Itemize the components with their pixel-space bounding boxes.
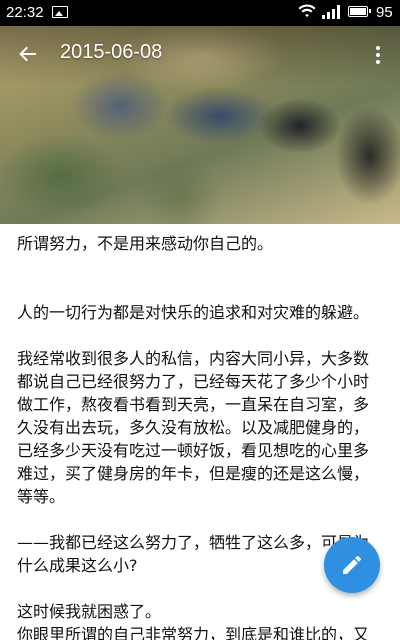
arrow-left-icon[interactable] bbox=[14, 40, 42, 68]
battery-icon bbox=[348, 6, 371, 17]
page-title: 2015-06-08 bbox=[60, 41, 163, 63]
battery-percent: 95 bbox=[376, 4, 393, 21]
more-vert-icon[interactable] bbox=[366, 40, 390, 68]
article-paragraph: 这时候我就困惑了。 bbox=[17, 602, 162, 621]
article-paragraph: 我经常收到很多人的私信，内容大同小异，大多数都说自己已经很努力了，已经每天花了多… bbox=[17, 349, 370, 506]
status-time: 22:32 bbox=[6, 4, 44, 21]
article-paragraph: 你眼里所谓的自己非常努力，到底是和谁比的，又是做给谁看的? bbox=[17, 625, 370, 640]
image-icon bbox=[52, 6, 68, 18]
edit-pencil-icon bbox=[343, 555, 362, 574]
article-paragraph: 人的一切行为都是对快乐的追求和对灾难的躲避。 bbox=[17, 303, 370, 322]
wifi-icon bbox=[298, 4, 316, 17]
status-bar: 22:32 95 bbox=[0, 0, 400, 26]
signal-icon bbox=[322, 5, 340, 19]
edit-button[interactable] bbox=[324, 537, 380, 593]
article-paragraph: 所谓努力，不是用来感动你自己的。 bbox=[17, 234, 274, 253]
header-image: 2015-06-08 bbox=[0, 26, 400, 224]
diary-screen: 22:32 95 2015-06-08 所谓努力，不是用来感动你自己的。 人的一… bbox=[0, 0, 400, 640]
